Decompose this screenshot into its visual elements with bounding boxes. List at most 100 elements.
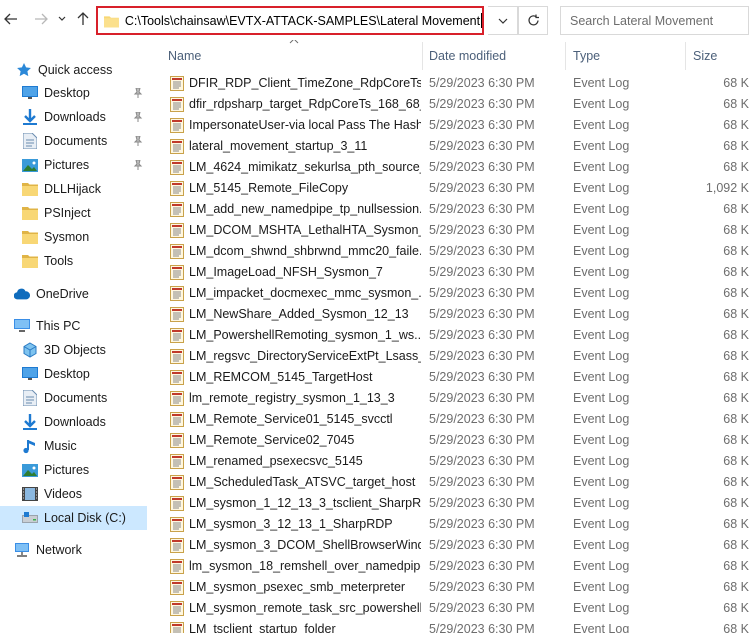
search-box[interactable] bbox=[560, 6, 749, 35]
file-size: 68 K bbox=[723, 223, 749, 237]
file-row[interactable]: ImpersonateUser-via local Pass The Hash.… bbox=[150, 115, 749, 136]
local-disk-icon bbox=[22, 510, 38, 526]
nav-network[interactable]: Network bbox=[14, 539, 82, 561]
column-header-size[interactable]: Size bbox=[693, 42, 717, 70]
file-row[interactable]: LM_Remote_Service01_5145_svcctl 5/29/2023… bbox=[150, 409, 749, 430]
file-row[interactable]: dfir_rdpsharp_target_RdpCoreTs_168_68_..… bbox=[150, 94, 749, 115]
nav-quick-psinject[interactable]: PSInject bbox=[22, 202, 91, 224]
nav-pc-downloads[interactable]: Downloads bbox=[22, 411, 106, 433]
file-row[interactable]: lateral_movement_startup_3_11 5/29/2023 6… bbox=[150, 136, 749, 157]
column-header-name[interactable]: Name bbox=[168, 42, 201, 70]
file-size: 68 K bbox=[723, 160, 749, 174]
nav-label: Local Disk (C:) bbox=[44, 511, 126, 525]
column-divider[interactable] bbox=[565, 42, 566, 70]
nav-onedrive[interactable]: OneDrive bbox=[14, 283, 89, 305]
file-name: LM_sysmon_3_12_13_1_SharpRDP bbox=[189, 517, 393, 531]
address-history-button[interactable] bbox=[488, 6, 518, 35]
file-date-modified: 5/29/2023 6:30 PM bbox=[429, 307, 535, 321]
file-date-modified: 5/29/2023 6:30 PM bbox=[429, 118, 535, 132]
file-size: 68 K bbox=[723, 76, 749, 90]
file-size: 68 K bbox=[723, 517, 749, 531]
refresh-button[interactable] bbox=[518, 6, 548, 35]
file-size: 68 K bbox=[723, 118, 749, 132]
nav-pc-pictures[interactable]: Pictures bbox=[22, 459, 89, 481]
file-name: LM_Remote_Service02_7045 bbox=[189, 433, 355, 447]
file-row[interactable]: lm_sysmon_18_remshell_over_namedpipe 5/29… bbox=[150, 556, 749, 577]
column-header-type[interactable]: Type bbox=[573, 42, 600, 70]
file-row[interactable]: LM_sysmon_3_DCOM_ShellBrowserWind... 5/29… bbox=[150, 535, 749, 556]
nav-pc-local-disk[interactable]: Local Disk (C:) bbox=[0, 506, 147, 530]
file-type: Event Log bbox=[573, 76, 630, 90]
recent-locations-button[interactable] bbox=[54, 8, 70, 30]
nav-quick-tools[interactable]: Tools bbox=[22, 250, 73, 272]
file-type: Event Log bbox=[573, 496, 630, 510]
file-row[interactable]: LM_dcom_shwnd_shbrwnd_mmc20_faile... 5/29… bbox=[150, 241, 749, 262]
file-date-modified: 5/29/2023 6:30 PM bbox=[429, 223, 535, 237]
file-row[interactable]: DFIR_RDP_Client_TimeZone_RdpCoreTs_1... 5… bbox=[150, 73, 749, 94]
column-divider[interactable] bbox=[685, 42, 686, 70]
nav-quick-downloads[interactable]: Downloads bbox=[22, 106, 106, 128]
file-row[interactable]: LM_sysmon_remote_task_src_powershell 5/29… bbox=[150, 598, 749, 619]
file-row[interactable]: LM_4624_mimikatz_sekurlsa_pth_source_...… bbox=[150, 157, 749, 178]
file-type: Event Log bbox=[573, 454, 630, 468]
file-type: Event Log bbox=[573, 223, 630, 237]
file-name: LM_ImageLoad_NFSH_Sysmon_7 bbox=[189, 265, 383, 279]
event-log-file-icon bbox=[170, 181, 184, 196]
up-button[interactable] bbox=[72, 8, 94, 30]
file-size: 68 K bbox=[723, 580, 749, 594]
nav-pc-videos[interactable]: Videos bbox=[22, 483, 82, 505]
folder-icon bbox=[22, 205, 38, 221]
file-row[interactable]: LM_ImageLoad_NFSH_Sysmon_7 5/29/2023 6:30… bbox=[150, 262, 749, 283]
address-bar[interactable]: C:\Tools\chainsaw\EVTX-ATTACK-SAMPLES\La… bbox=[96, 6, 484, 35]
nav-pc-music[interactable]: Music bbox=[22, 435, 77, 457]
file-date-modified: 5/29/2023 6:30 PM bbox=[429, 580, 535, 594]
nav-this-pc[interactable]: This PC bbox=[14, 315, 80, 337]
file-row[interactable]: LM_renamed_psexecsvc_5145 5/29/2023 6:30 … bbox=[150, 451, 749, 472]
chevron-down-icon bbox=[498, 18, 507, 24]
file-name: lateral_movement_startup_3_11 bbox=[189, 139, 368, 153]
file-row[interactable]: LM_NewShare_Added_Sysmon_12_13 5/29/2023 … bbox=[150, 304, 749, 325]
address-path[interactable]: C:\Tools\chainsaw\EVTX-ATTACK-SAMPLES\La… bbox=[125, 14, 480, 28]
file-row[interactable]: LM_REMCOM_5145_TargetHost 5/29/2023 6:30 … bbox=[150, 367, 749, 388]
nav-quick-pictures[interactable]: Pictures bbox=[22, 154, 89, 176]
file-row[interactable]: lm_remote_registry_sysmon_1_13_3 5/29/202… bbox=[150, 388, 749, 409]
nav-quick-documents[interactable]: Documents bbox=[22, 130, 107, 152]
forward-button[interactable] bbox=[30, 8, 52, 30]
file-name: LM_REMCOM_5145_TargetHost bbox=[189, 370, 373, 384]
file-row[interactable]: LM_5145_Remote_FileCopy 5/29/2023 6:30 PM… bbox=[150, 178, 749, 199]
file-date-modified: 5/29/2023 6:30 PM bbox=[429, 328, 535, 342]
column-divider[interactable] bbox=[422, 42, 423, 70]
nav-quick-sysmon[interactable]: Sysmon bbox=[22, 226, 89, 248]
file-name: LM_dcom_shwnd_shbrwnd_mmc20_faile... bbox=[189, 244, 421, 258]
file-row[interactable]: LM_DCOM_MSHTA_LethalHTA_Sysmon_... 5/29/2… bbox=[150, 220, 749, 241]
nav-label: Quick access bbox=[38, 63, 113, 77]
event-log-file-icon bbox=[170, 139, 184, 154]
file-row[interactable]: LM_add_new_namedpipe_tp_nullsession... 5/… bbox=[150, 199, 749, 220]
nav-quick-desktop[interactable]: Desktop bbox=[22, 82, 90, 104]
back-button[interactable] bbox=[0, 8, 22, 30]
file-row[interactable]: LM_PowershellRemoting_sysmon_1_ws... 5/29… bbox=[150, 325, 749, 346]
nav-pc-documents[interactable]: Documents bbox=[22, 387, 107, 409]
event-log-file-icon bbox=[170, 433, 184, 448]
file-size: 68 K bbox=[723, 370, 749, 384]
file-row[interactable]: LM_impacket_docmexec_mmc_sysmon_... 5/29/… bbox=[150, 283, 749, 304]
file-row[interactable]: LM_tsclient_startup_folder 5/29/2023 6:30… bbox=[150, 619, 749, 633]
file-row[interactable]: LM_sysmon_3_12_13_1_SharpRDP 5/29/2023 6:… bbox=[150, 514, 749, 535]
file-size: 1,092 K bbox=[705, 181, 749, 195]
nav-pc-desktop[interactable]: Desktop bbox=[22, 363, 90, 385]
nav-quick-access[interactable]: Quick access bbox=[16, 59, 112, 81]
nav-quick-dllhijack[interactable]: DLLHijack bbox=[22, 178, 101, 200]
event-log-file-icon bbox=[170, 370, 184, 385]
navigation-bar: C:\Tools\chainsaw\EVTX-ATTACK-SAMPLES\La… bbox=[0, 0, 749, 40]
search-input[interactable] bbox=[570, 13, 730, 28]
file-type: Event Log bbox=[573, 202, 630, 216]
file-row[interactable]: LM_sysmon_1_12_13_3_tsclient_SharpRdp 5/2… bbox=[150, 493, 749, 514]
file-row[interactable]: LM_ScheduledTask_ATSVC_target_host 5/29/2… bbox=[150, 472, 749, 493]
desktop-icon bbox=[22, 366, 38, 382]
column-header-date-modified[interactable]: Date modified bbox=[429, 42, 506, 70]
file-row[interactable]: LM_regsvc_DirectoryServiceExtPt_Lsass_..… bbox=[150, 346, 749, 367]
file-row[interactable]: LM_Remote_Service02_7045 5/29/2023 6:30 P… bbox=[150, 430, 749, 451]
file-type: Event Log bbox=[573, 391, 630, 405]
file-row[interactable]: LM_sysmon_psexec_smb_meterpreter 5/29/202… bbox=[150, 577, 749, 598]
nav-pc-3d-objects[interactable]: 3D Objects bbox=[22, 339, 106, 361]
